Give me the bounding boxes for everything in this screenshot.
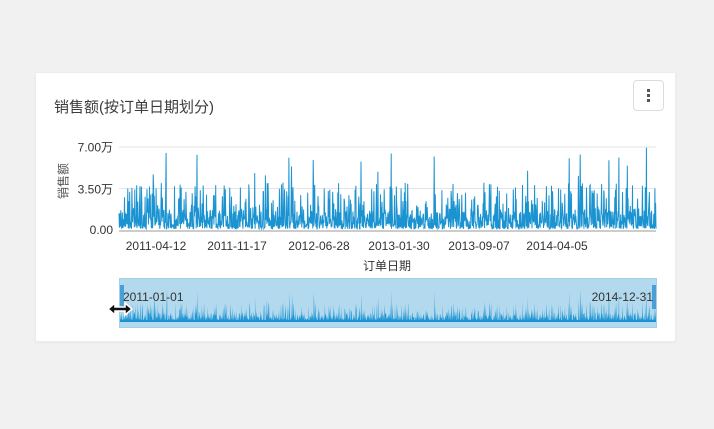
- x-tick-label: 2013-01-30: [368, 239, 430, 253]
- datazoom-start-label: 2011-01-01: [123, 290, 184, 304]
- y-tick-label: 0.00: [89, 223, 113, 237]
- x-tick-label: 2011-11-17: [207, 239, 267, 253]
- x-tick-label: 2011-04-12: [125, 239, 187, 253]
- x-tick-label: 2014-04-05: [526, 239, 588, 253]
- x-tick-label: 2012-06-28: [288, 239, 350, 253]
- datazoom-mini-chart: [120, 287, 656, 322]
- x-tick-label: 2013-09-07: [448, 239, 510, 253]
- sales-chart-card: 销售额(按订单日期划分) 0.00 3.50万 7.00万 2011-04-12 20…: [35, 72, 676, 342]
- datazoom-end-label: 2014-12-31: [591, 290, 653, 304]
- y-tick-label: 7.00万: [77, 140, 113, 155]
- x-axis-title: 订单日期: [362, 259, 412, 273]
- y-axis-title: 销售额: [56, 162, 71, 200]
- datazoom-slider[interactable]: 2011-01-01 2014-12-31: [119, 278, 657, 328]
